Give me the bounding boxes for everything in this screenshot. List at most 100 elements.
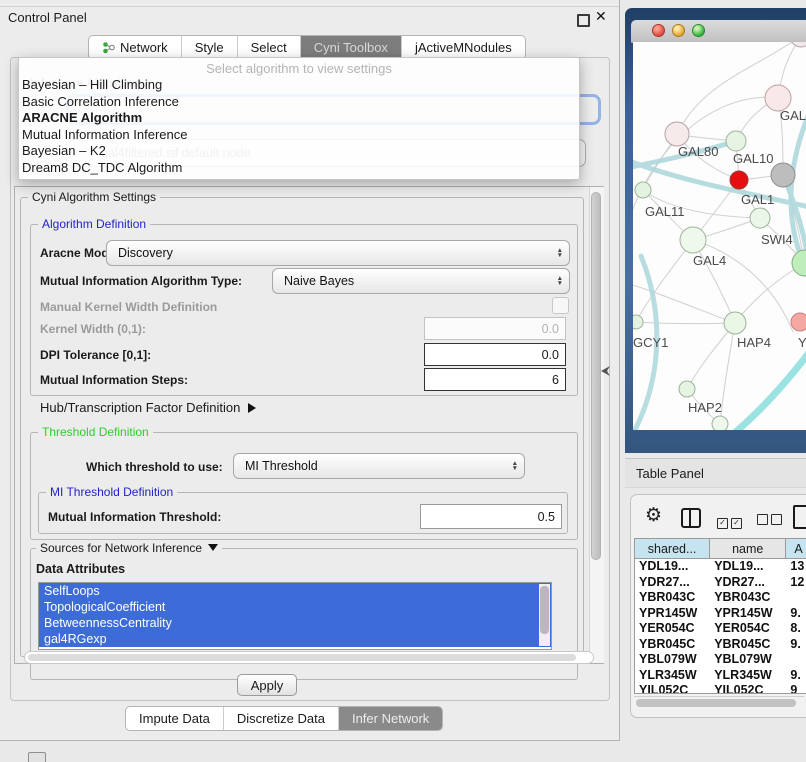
tab-style[interactable]: Style [181, 36, 237, 59]
tab-network[interactable]: Network [89, 36, 181, 59]
select-all-checkboxes-icon[interactable]: ✓✓ [717, 512, 745, 530]
collapsed-arrow-icon [248, 403, 256, 413]
which-threshold-combobox[interactable]: MI Threshold ▲▼ [233, 453, 525, 479]
network-view-window[interactable]: GAL7 GAL80 GAL10 GAL11 GAL1 SWI4 GAL4 GC… [625, 8, 806, 453]
aracne-mode-combobox[interactable]: Discovery ▲▼ [106, 240, 570, 266]
table-row[interactable]: YBR043CYBR043C [635, 590, 806, 606]
network-window-titlebar[interactable] [631, 20, 806, 43]
algorithm-dropdown-popup: Select algorithm to view settings Bayesi… [18, 57, 580, 180]
table-row[interactable]: YDR27...YDR27...12 [635, 575, 806, 591]
mi-algorithm-type-label: Mutual Information Algorithm Type: [40, 274, 242, 288]
popup-item-mutual-information[interactable]: Mutual Information Inference [19, 127, 579, 144]
list-item[interactable]: BetweennessCentrality [39, 615, 551, 631]
tab-infer-network[interactable]: Infer Network [338, 707, 442, 730]
node-label: Y [798, 335, 806, 350]
column-header-name[interactable]: name [710, 539, 786, 559]
popup-item-basic-correlation[interactable]: Basic Correlation Inference [19, 94, 579, 111]
network-node[interactable] [790, 42, 806, 47]
list-item[interactable]: TopologicalCoefficient [39, 599, 551, 615]
table-panel-header: Table Panel [625, 458, 806, 488]
list-scrollbar-thumb[interactable] [540, 586, 549, 634]
network-node[interactable] [635, 182, 651, 198]
popup-item-bayesian-hill-climbing[interactable]: Bayesian – Hill Climbing [19, 77, 579, 94]
mi-threshold-label: Mutual Information Threshold: [48, 510, 221, 524]
manual-kernel-width-checkbox[interactable] [552, 297, 569, 314]
popup-item-aracne[interactable]: ARACNE Algorithm [19, 110, 579, 127]
network-node[interactable] [792, 250, 806, 276]
network-node[interactable] [665, 122, 689, 146]
minimized-panel-icon[interactable] [28, 752, 46, 762]
screen: Control Panel ✕ Network Style Select Cyn… [0, 0, 806, 762]
kernel-width-label: Kernel Width (0,1): [40, 322, 146, 336]
table-row[interactable]: YER054CYER054C8. [635, 621, 806, 637]
table-row[interactable]: YBR045CYBR045C9. [635, 637, 806, 653]
popup-item-bayesian-k2[interactable]: Bayesian – K2 [19, 143, 579, 160]
network-node[interactable] [712, 416, 728, 430]
horizontal-scrollbar-thumb[interactable] [28, 654, 576, 661]
horizontal-scrollbar[interactable] [24, 651, 594, 664]
tab-jactivemnodules[interactable]: jActiveMNodules [401, 36, 525, 59]
mi-steps-field[interactable]: 6 [424, 368, 566, 391]
network-node[interactable] [680, 227, 706, 253]
table-row[interactable]: YPR145WYPR145W9. [635, 606, 806, 622]
tab-impute-data[interactable]: Impute Data [126, 707, 223, 730]
table-header-row: shared... name A [635, 539, 806, 559]
network-node-labels: GAL7 GAL80 GAL10 GAL11 GAL1 SWI4 GAL4 GC… [633, 108, 806, 415]
popup-item-dream8[interactable]: Dream8 DC_TDC Algorithm [19, 160, 579, 177]
settings-scrollbar-thumb[interactable] [591, 192, 601, 560]
node-table: shared... name A YDL19...YDL19...13 YDR2… [634, 538, 806, 694]
network-icon [102, 41, 115, 54]
expanded-arrow-icon [208, 544, 218, 551]
close-window-icon[interactable] [652, 24, 665, 37]
new-table-icon[interactable] [793, 505, 806, 529]
maximize-window-icon[interactable] [692, 24, 705, 37]
table-row[interactable]: YIL052CYIL052C9 [635, 683, 806, 693]
gear-icon[interactable]: ⚙ [645, 506, 662, 525]
table-panel-title: Table Panel [636, 466, 704, 481]
network-node[interactable] [750, 208, 770, 228]
node-label: HAP2 [688, 400, 722, 415]
table-horizontal-scrollbar[interactable] [634, 696, 804, 709]
tab-select[interactable]: Select [237, 36, 300, 59]
deselect-all-checkboxes-icon[interactable] [757, 512, 785, 530]
list-item[interactable]: SelfLoops [39, 583, 551, 599]
columns-icon[interactable] [681, 508, 701, 528]
table-row[interactable]: YBL079WYBL079W [635, 652, 806, 668]
control-panel-titlebar: Control Panel ✕ [0, 6, 619, 31]
kernel-width-field[interactable]: 0.0 [424, 317, 566, 340]
network-node[interactable] [679, 381, 695, 397]
table-horizontal-scrollbar-thumb[interactable] [636, 699, 796, 707]
mi-threshold-field[interactable]: 0.5 [420, 504, 562, 529]
tab-discretize-data[interactable]: Discretize Data [223, 707, 338, 730]
column-header-shared-name[interactable]: shared... [635, 539, 710, 559]
close-panel-icon[interactable]: ✕ [595, 8, 607, 25]
minimize-window-icon[interactable] [672, 24, 685, 37]
mouse-cursor [601, 366, 611, 378]
apply-button[interactable]: Apply [237, 674, 297, 696]
combo-stepper-icon: ▲▼ [512, 461, 524, 471]
network-node[interactable] [726, 131, 746, 151]
network-node[interactable] [771, 163, 795, 187]
sources-legend[interactable]: Sources for Network Inference [36, 541, 222, 555]
node-label: GAL80 [678, 144, 718, 159]
column-header-third[interactable]: A [786, 539, 806, 559]
control-panel: Control Panel ✕ Network Style Select Cyn… [0, 0, 620, 741]
network-canvas[interactable]: GAL7 GAL80 GAL10 GAL11 GAL1 SWI4 GAL4 GC… [633, 42, 806, 430]
tab-cyni-toolbox[interactable]: Cyni Toolbox [300, 36, 401, 59]
network-node-selected[interactable] [730, 171, 748, 189]
hub-definition-toggle[interactable]: Hub/Transcription Factor Definition [40, 400, 256, 415]
node-label: GAL10 [733, 151, 773, 166]
node-label: GAL7 [780, 108, 806, 123]
table-row[interactable]: YDL19...YDL19...13 [635, 559, 806, 575]
mi-algorithm-type-combobox[interactable]: Naive Bayes ▲▼ [272, 268, 570, 294]
network-node[interactable] [633, 315, 643, 329]
list-item[interactable]: gal4RGexp [39, 631, 551, 647]
network-node[interactable] [791, 313, 806, 331]
threshold-definition-legend: Threshold Definition [38, 425, 153, 439]
table-row[interactable]: YLR345WYLR345W9. [635, 668, 806, 684]
which-threshold-label: Which threshold to use: [86, 460, 223, 474]
node-label: SWI4 [761, 232, 793, 247]
dpi-tolerance-field[interactable]: 0.0 [424, 343, 566, 366]
float-panel-icon[interactable] [577, 14, 590, 27]
network-node[interactable] [724, 312, 746, 334]
